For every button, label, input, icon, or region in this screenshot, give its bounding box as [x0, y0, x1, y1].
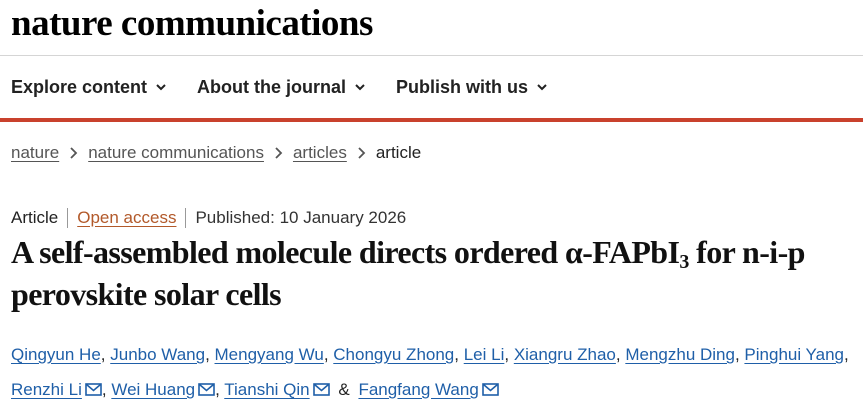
author-link[interactable]: Lei Li	[464, 345, 505, 364]
article-title: A self-assembled molecule directs ordere…	[11, 231, 861, 315]
nav-item-label: Publish with us	[396, 76, 529, 97]
journal-logo[interactable]: nature communications	[11, 2, 373, 46]
chevron-right-icon	[358, 147, 366, 159]
author-link[interactable]: Renzhi Li	[11, 380, 82, 399]
nav-publish-with-us[interactable]: Publish with us	[396, 77, 548, 98]
breadcrumb-link-articles[interactable]: articles	[293, 143, 347, 163]
author-conjunction: &	[338, 380, 350, 399]
author-list: Qingyun He, Junbo Wang, Mengyang Wu, Cho…	[11, 345, 849, 399]
title-text: A self-assembled molecule directs ordere…	[11, 234, 680, 270]
breadcrumb-current: article	[375, 143, 422, 162]
breadcrumb-link-nature[interactable]: nature	[11, 143, 59, 163]
mail-icon[interactable]	[85, 383, 102, 396]
meta-divider	[185, 208, 187, 228]
article-meta: Article Open access Published: 10 Januar…	[11, 208, 406, 228]
accent-bar	[0, 118, 863, 122]
nav-item-label: Explore content	[11, 76, 148, 97]
author-link[interactable]: Fangfang Wang	[358, 380, 478, 399]
author-link[interactable]: Tianshi Qin	[224, 380, 309, 399]
nav-explore-content[interactable]: Explore content	[11, 77, 167, 98]
header-divider	[0, 55, 863, 56]
nav-item-label: About the journal	[197, 76, 347, 97]
article-type: Article	[11, 208, 59, 227]
mail-icon[interactable]	[312, 383, 330, 396]
mail-icon[interactable]	[481, 383, 499, 396]
chevron-down-icon	[355, 84, 365, 91]
main-nav: Explore content About the journal Publis…	[11, 72, 578, 102]
mail-icon[interactable]	[198, 383, 215, 396]
author-link[interactable]: Junbo Wang	[110, 345, 205, 364]
published-date: Published: 10 January 2026	[195, 208, 407, 227]
author-link[interactable]: Chongyu Zhong	[333, 345, 454, 364]
author-link[interactable]: Mengzhu Ding	[625, 345, 735, 364]
chevron-right-icon	[70, 147, 78, 159]
chevron-down-icon	[156, 84, 166, 91]
meta-divider	[67, 208, 69, 228]
chevron-down-icon	[537, 84, 547, 91]
author-link[interactable]: Mengyang Wu	[215, 345, 324, 364]
nav-about-journal[interactable]: About the journal	[197, 77, 366, 98]
author-link[interactable]: Xiangru Zhao	[514, 345, 616, 364]
open-access-link[interactable]: Open access	[77, 208, 176, 228]
chevron-right-icon	[275, 147, 283, 159]
breadcrumb: nature nature communications articles ar…	[11, 143, 421, 163]
author-link[interactable]: Wei Huang	[111, 380, 195, 399]
title-subscript: 3	[679, 251, 689, 273]
breadcrumb-link-nature-communications[interactable]: nature communications	[88, 143, 264, 163]
author-link[interactable]: Qingyun He	[11, 345, 101, 364]
author-link[interactable]: Pinghui Yang	[744, 345, 844, 364]
